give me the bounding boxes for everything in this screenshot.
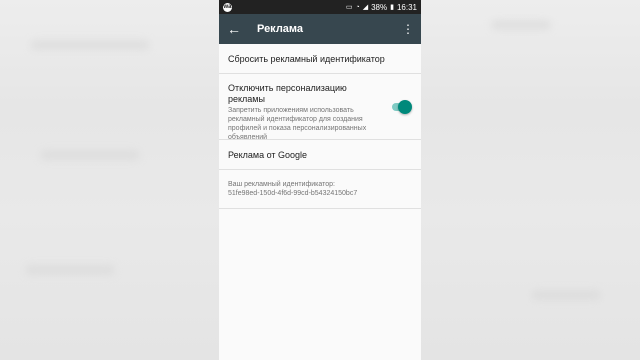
- status-bar: wa ▭ ◔ ◢ 38% ▮ 16:31: [219, 0, 421, 14]
- blur-shape: [30, 40, 150, 50]
- cast-icon: ▭: [345, 4, 353, 11]
- blur-shape: [531, 290, 601, 300]
- toggle-thumb: [398, 100, 413, 114]
- clock: 16:31: [396, 2, 417, 12]
- opt-out-title: Отключить персонализацию рекламы: [228, 83, 347, 104]
- signal-icon: ◢: [362, 4, 369, 11]
- blur-shape: [40, 150, 140, 160]
- ad-id-label: Ваш рекламный идентификатор:: [228, 181, 335, 188]
- blurred-background-right: [421, 0, 640, 360]
- wifi-icon: ◔: [355, 3, 360, 11]
- reset-ad-id-item[interactable]: Сбросить рекламный идентификатор: [219, 44, 421, 74]
- ads-by-google-item[interactable]: Реклама от Google: [219, 140, 421, 170]
- opt-out-personalization-item[interactable]: Отключить персонализацию рекламы Запрети…: [219, 74, 421, 141]
- battery-percent: 38%: [371, 2, 388, 12]
- opt-out-description: Запретить приложениям использовать рекла…: [228, 107, 367, 141]
- page-title: Реклама: [257, 23, 304, 35]
- ads-by-google-label: Реклама от Google: [228, 149, 308, 160]
- phone-screen: wa ▭ ◔ ◢ 38% ▮ 16:31 ← Реклама ⋮ Сбросит…: [219, 0, 421, 360]
- blurred-background-left: [0, 0, 219, 360]
- back-arrow-icon[interactable]: ←: [225, 20, 243, 38]
- reset-ad-id-label: Сбросить рекламный идентификатор: [228, 53, 385, 64]
- blur-shape: [491, 20, 551, 30]
- ad-id-value: 51fe98ed-150d-4f6d-99cd-b54324150bc7: [228, 190, 358, 197]
- more-options-icon[interactable]: ⋮: [401, 20, 415, 38]
- battery-icon: ▮: [390, 4, 394, 11]
- blur-shape: [25, 265, 115, 275]
- ad-id-info: Ваш рекламный идентификатор: 51fe98ed-15…: [219, 170, 421, 209]
- notification-app-icon: wa: [223, 2, 232, 12]
- personalization-toggle[interactable]: [390, 100, 413, 114]
- app-toolbar: ← Реклама ⋮: [219, 14, 421, 44]
